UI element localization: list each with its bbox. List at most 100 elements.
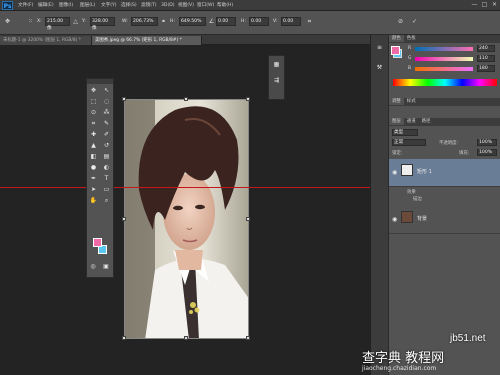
gradient-icon[interactable]: ▤ — [102, 152, 112, 162]
layer-filter-select[interactable]: 类型 — [392, 129, 418, 136]
panel-fg-swatch[interactable] — [391, 46, 400, 55]
tab-paths[interactable]: 路径 — [419, 118, 434, 125]
dodge-icon[interactable]: ◐ — [102, 163, 112, 173]
warp-icon[interactable]: ⌗ — [305, 17, 314, 26]
tab-styles[interactable]: 样式 — [404, 98, 419, 105]
color-spectrum[interactable] — [393, 79, 497, 86]
maximize-button[interactable]: □ — [480, 1, 489, 9]
tab-adjustments[interactable]: 调整 — [389, 98, 404, 105]
w-field[interactable]: 206.73% — [131, 17, 158, 26]
y-field[interactable]: 328.00 像 — [90, 17, 115, 31]
history-brush-icon[interactable]: ↺ — [102, 141, 112, 151]
portrait-image — [125, 100, 248, 338]
transform-handle[interactable] — [122, 336, 126, 340]
g-slider[interactable] — [415, 57, 473, 61]
tab-swatches[interactable]: 色板 — [404, 35, 419, 42]
menu-item-9[interactable]: 窗口(W) — [197, 2, 214, 9]
menu-item-4[interactable]: 文字(Y) — [101, 2, 117, 9]
rectangle-icon[interactable]: ▭ — [102, 185, 112, 195]
eyedropper-icon[interactable]: ✎ — [102, 119, 112, 129]
watermark: jb51.net 查字典 教程网 jiaocheng.chazidian.com — [300, 330, 500, 375]
fill-field[interactable]: 100% — [477, 149, 497, 156]
cancel-transform-icon[interactable]: ⊘ — [396, 17, 405, 26]
crop-icon[interactable]: ⌗ — [89, 119, 99, 129]
layer-row-rectangle[interactable]: ◉ 矩形 1 — [389, 159, 500, 187]
layer-name: 背景 — [417, 216, 428, 222]
rotate-field[interactable]: 0.00 — [216, 17, 236, 26]
tab-untitled-1[interactable]: 未标题-1 @ 3200% (图层 1, RGB/8) * — [0, 36, 92, 45]
pen-icon[interactable]: ✒ — [89, 174, 99, 184]
transform-handle[interactable] — [184, 97, 188, 101]
menu-item-2[interactable]: 图像(I) — [59, 2, 73, 9]
b-slider[interactable] — [415, 67, 473, 71]
close-button[interactable]: ✕ — [490, 1, 499, 9]
floating-panel: ▦ ⇶ — [268, 55, 285, 100]
lasso-icon[interactable]: ◌ — [102, 97, 112, 107]
healing-icon[interactable]: ✚ — [89, 130, 99, 140]
marquee-icon[interactable]: ⬚ — [89, 97, 99, 107]
stroke-effect[interactable]: 描边 — [413, 196, 422, 202]
portrait-photo[interactable] — [124, 99, 249, 339]
tab-color[interactable]: 颜色 — [389, 35, 404, 42]
actions-icon[interactable]: ⇶ — [272, 76, 282, 86]
blur-icon[interactable]: ● — [89, 163, 99, 173]
menu-item-1[interactable]: 编辑(E) — [38, 2, 54, 9]
menu-item-0[interactable]: 文件(F) — [18, 2, 33, 9]
transform-handle[interactable] — [246, 97, 250, 101]
minimize-button[interactable]: — — [470, 1, 479, 9]
b-value[interactable]: 180 — [477, 65, 495, 72]
menu-item-8[interactable]: 视图(V) — [178, 2, 194, 9]
visibility-eye-icon[interactable]: ◉ — [392, 169, 397, 176]
panel-menu-icon[interactable]: ≡ — [374, 43, 386, 53]
tab-layers[interactable]: 图层 — [389, 118, 404, 125]
tab-meitu-image[interactable]: 美图秀.jpeg @ 66.7% (矩形 1, RGB/8#) * — [92, 36, 202, 45]
history-icon[interactable]: ▦ — [272, 60, 282, 70]
adjust-panel — [389, 106, 500, 118]
transform-handle[interactable] — [122, 217, 126, 221]
brush-icon[interactable]: ✐ — [102, 130, 112, 140]
relative-position-icon[interactable]: △ — [71, 17, 80, 26]
magic-wand-icon[interactable]: ⁂ — [102, 108, 112, 118]
menu-item-3[interactable]: 图层(L) — [80, 2, 95, 9]
tool-presets-icon[interactable]: ⚒ — [374, 63, 386, 73]
v-skew-label: V: — [273, 19, 278, 24]
hand-icon[interactable]: ✋ — [89, 196, 99, 206]
transform-handle[interactable] — [184, 336, 188, 340]
visibility-eye-icon[interactable]: ◉ — [392, 216, 397, 223]
move-icon[interactable]: ✥ — [89, 86, 99, 96]
r-value[interactable]: 240 — [477, 45, 495, 52]
stamp-icon[interactable]: ▲ — [89, 141, 99, 151]
artboard-icon[interactable]: ↖ — [102, 86, 112, 96]
blend-mode-select[interactable]: 正常 — [392, 139, 426, 146]
watermark-brand: 查字典 教程网 — [362, 351, 445, 366]
menu-item-10[interactable]: 帮助(H) — [217, 2, 233, 9]
h-field[interactable]: 649.50% — [179, 17, 206, 26]
transform-handle[interactable] — [122, 97, 126, 101]
link-icon[interactable]: ⚭ — [159, 17, 168, 26]
v-skew-field[interactable]: 0.00 — [281, 17, 301, 26]
x-field[interactable]: 215.00 像 — [45, 17, 70, 31]
menu-item-6[interactable]: 滤镜(T) — [141, 2, 157, 9]
menu-item-5[interactable]: 选择(S) — [121, 2, 137, 9]
r-slider[interactable] — [415, 47, 473, 51]
reference-point-icon[interactable]: ⁙ — [26, 17, 35, 26]
quick-mask-icon[interactable]: ◎ — [88, 262, 98, 272]
g-value[interactable]: 110 — [477, 55, 495, 62]
eraser-icon[interactable]: ◧ — [89, 152, 99, 162]
commit-transform-icon[interactable]: ✓ — [410, 17, 419, 26]
path-select-icon[interactable]: ➤ — [89, 185, 99, 195]
screen-mode-icon[interactable]: ▣ — [101, 262, 111, 272]
type-icon[interactable]: T — [102, 174, 112, 184]
layer-row-background[interactable]: ◉ 背景 — [389, 206, 500, 234]
h-skew-field[interactable]: 0.00 — [249, 17, 269, 26]
quick-select-icon[interactable]: ⊙ — [89, 108, 99, 118]
foreground-color-swatch[interactable] — [93, 238, 102, 247]
transform-handle[interactable] — [246, 217, 250, 221]
zoom-icon[interactable]: ⌕ — [102, 196, 112, 206]
opacity-field[interactable]: 100% — [477, 139, 497, 146]
move-tool-icon[interactable]: ✥ — [3, 17, 12, 26]
tab-channels[interactable]: 通道 — [404, 118, 419, 125]
transform-handle[interactable] — [246, 336, 250, 340]
menu-item-7[interactable]: 3D(D) — [161, 2, 175, 9]
g-label: G — [408, 56, 412, 61]
